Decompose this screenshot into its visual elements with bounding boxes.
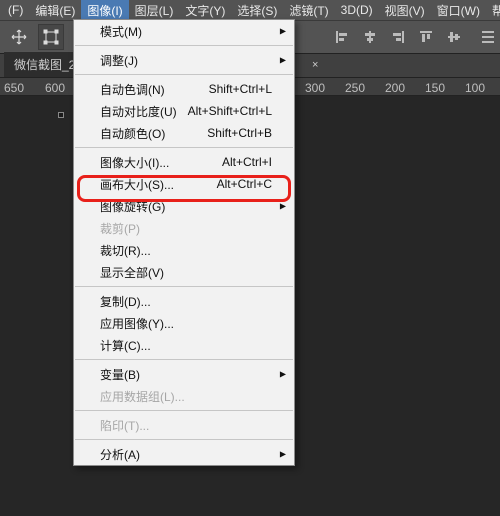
ruler-tick: 250 [345,81,365,95]
menubar: (F)编辑(E)图像(I)图层(L)文字(Y)选择(S)滤镜(T)3D(D)视图… [0,0,500,20]
menu-item[interactable]: 自动对比度(U) Alt+Shift+Ctrl+L [74,100,294,122]
menu-item-label: 变量(B) [100,366,140,383]
menu-item[interactable]: 应用图像(Y)... [74,312,294,334]
menu-separator [75,439,293,440]
ruler-tick: 100 [465,81,485,95]
menu-separator [75,410,293,411]
menu-7[interactable]: 3D(D) [335,1,379,19]
menu-item-label: 应用数据组(L)... [100,388,185,405]
image-menu-dropdown: 模式(M) ▶ 调整(J) ▶ 自动色调(N) Shift+Ctrl+L 自动对比度(U) A… [73,19,295,466]
ruler-tick: 200 [385,81,405,95]
submenu-arrow-icon: ▶ [280,202,286,211]
menu-item: 陷印(T)... [74,414,294,436]
menu-item-label: 分析(A) [100,446,140,463]
submenu-arrow-icon: ▶ [280,27,286,36]
menu-item-label: 计算(C)... [100,337,151,354]
menu-shortcut: Alt+Shift+Ctrl+L [188,104,272,118]
menu-9[interactable]: 窗口(W) [431,0,486,21]
transform-controls-icon[interactable] [38,24,64,50]
menu-shortcut: Alt+Ctrl+I [222,155,272,169]
menu-item-label: 画布大小(S)... [100,176,174,193]
menu-10[interactable]: 帮助 [486,0,500,21]
menu-3[interactable]: 图层(L) [129,0,180,21]
move-tool-icon[interactable] [6,24,32,50]
menu-item-label: 裁剪(P) [100,220,140,237]
menu-item[interactable]: 调整(J) ▶ [74,49,294,71]
tab-close-icon[interactable]: × [312,59,318,71]
menu-4[interactable]: 文字(Y) [179,0,231,21]
menu-item-label: 自动对比度(U) [100,103,177,120]
menu-item-label: 调整(J) [100,52,138,69]
menu-item-label: 复制(D)... [100,293,151,310]
align-left-icon[interactable] [330,25,354,49]
menu-item[interactable]: 变量(B) ▶ [74,363,294,385]
menu-separator [75,45,293,46]
menu-item-label: 显示全部(V) [100,264,164,281]
menu-item: 应用数据组(L)... [74,385,294,407]
anchor-handle[interactable] [58,112,64,118]
menu-separator [75,286,293,287]
menu-item[interactable]: 分析(A) ▶ [74,443,294,465]
ruler-tick: 650 [4,81,24,95]
menu-item-label: 陷印(T)... [100,417,149,434]
menu-item[interactable]: 复制(D)... [74,290,294,312]
menu-item[interactable]: 图像旋转(G) ▶ [74,195,294,217]
menu-shortcut: Alt+Ctrl+C [217,177,272,191]
ruler-tick: 150 [425,81,445,95]
align-group [330,25,500,49]
submenu-arrow-icon: ▶ [280,450,286,459]
menu-item[interactable]: 模式(M) ▶ [74,20,294,42]
align-middle-icon[interactable] [442,25,466,49]
align-center-h-icon[interactable] [358,25,382,49]
menu-shortcut: Shift+Ctrl+B [207,126,272,140]
menu-separator [75,147,293,148]
menu-item[interactable]: 自动色调(N) Shift+Ctrl+L [74,78,294,100]
ruler-tick: 300 [305,81,325,95]
align-right-icon[interactable] [386,25,410,49]
align-top-icon[interactable] [414,25,438,49]
menu-item-label: 裁切(R)... [100,242,151,259]
menu-item[interactable]: 显示全部(V) [74,261,294,283]
menu-8[interactable]: 视图(V) [379,0,431,21]
submenu-arrow-icon: ▶ [280,56,286,65]
menu-item-label: 图像旋转(G) [100,198,165,215]
menu-1[interactable]: 编辑(E) [29,0,81,21]
menu-item-label: 应用图像(Y)... [100,315,174,332]
ruler-tick: 600 [45,81,65,95]
menu-item-label: 自动色调(N) [100,81,165,98]
menu-item-label: 模式(M) [100,23,142,40]
menu-2[interactable]: 图像(I) [81,0,128,21]
menu-item: 裁剪(P) [74,217,294,239]
menu-item-label: 自动颜色(O) [100,125,165,142]
menu-item[interactable]: 图像大小(I)... Alt+Ctrl+I [74,151,294,173]
menu-shortcut: Shift+Ctrl+L [209,82,272,96]
menu-item-label: 图像大小(I)... [100,154,169,171]
menu-item[interactable]: 裁切(R)... [74,239,294,261]
menu-item[interactable]: 计算(C)... [74,334,294,356]
menu-item[interactable]: 自动颜色(O) Shift+Ctrl+B [74,122,294,144]
submenu-arrow-icon: ▶ [280,370,286,379]
menu-5[interactable]: 选择(S) [231,0,283,21]
menu-separator [75,74,293,75]
menu-item[interactable]: 画布大小(S)... Alt+Ctrl+C [74,173,294,195]
menu-6[interactable]: 滤镜(T) [283,0,334,21]
menu-separator [75,359,293,360]
menu-0[interactable]: (F) [2,1,29,19]
distribute-icon[interactable] [476,25,500,49]
